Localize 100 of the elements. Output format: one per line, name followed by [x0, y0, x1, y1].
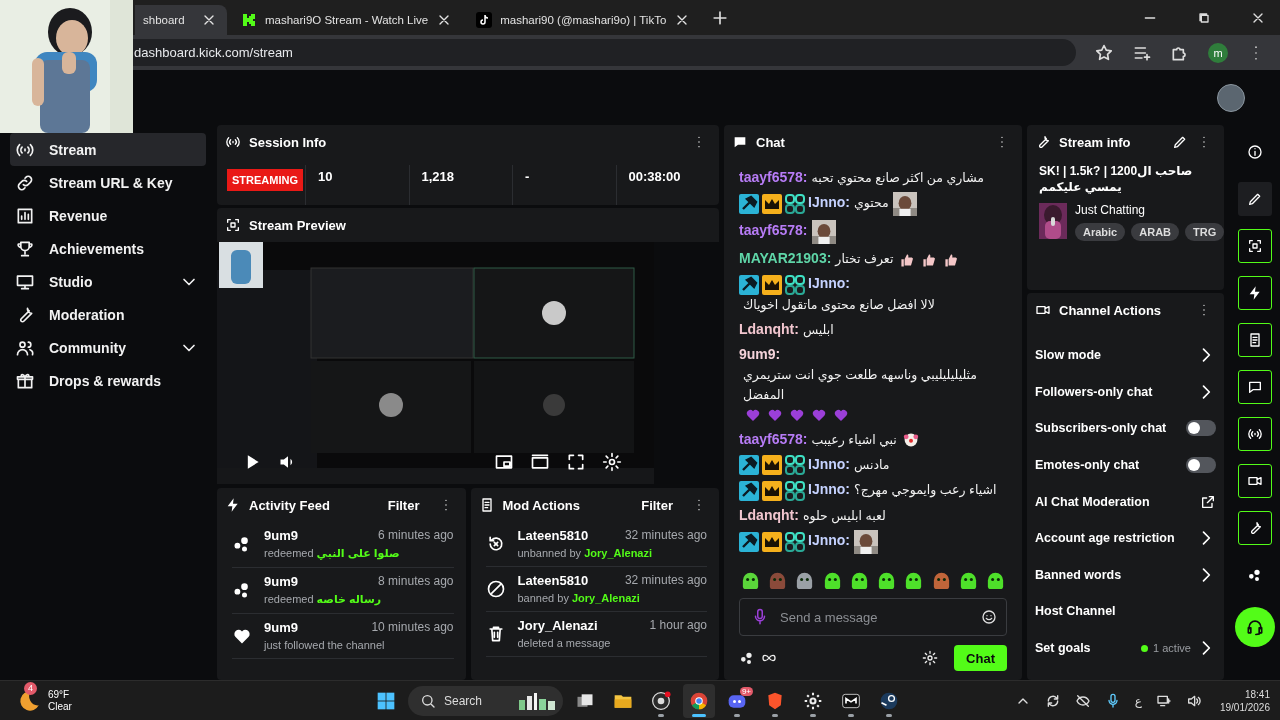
chat-username[interactable]: 9um9:: [739, 345, 781, 362]
action-label[interactable]: AI Chat Moderation: [1035, 494, 1195, 509]
browser-tab[interactable]: mashari9O Stream - Watch Live: [231, 5, 463, 35]
chat-message: لالا افضل صانع محتوى ماتقول اخوياك: [743, 296, 935, 315]
chat-username[interactable]: Ldanqht:: [739, 320, 799, 337]
category-name[interactable]: Just Chatting: [1075, 203, 1225, 217]
stat-value: -: [525, 169, 530, 184]
support-button[interactable]: [1234, 607, 1275, 647]
rail-button[interactable]: [1237, 511, 1272, 545]
action-label[interactable]: Subscribers-only chat: [1035, 421, 1181, 436]
action-label[interactable]: Account age restriction: [1035, 531, 1191, 546]
timestamp: 10 minutes ago: [371, 620, 454, 635]
chat-message: مادنس: [854, 456, 890, 475]
rail-button[interactable]: [1237, 323, 1272, 357]
toggle-switch[interactable]: [1186, 420, 1216, 437]
tag[interactable]: TRG: [1185, 223, 1225, 241]
panel-title: Stream Preview: [249, 217, 347, 233]
chat-message: نبي اشياء رعيبب: [811, 431, 897, 450]
chat-username[interactable]: MAYAR21903:: [739, 250, 832, 266]
chat-username[interactable]: taayf6578:: [739, 169, 808, 185]
filter-button[interactable]: Filter: [377, 497, 430, 513]
sidebar-item[interactable]: Moderation: [10, 298, 206, 331]
rail-button[interactable]: [1237, 182, 1272, 216]
stat-value: 00:38:00: [628, 169, 681, 184]
chat-username[interactable]: IJnno:: [808, 194, 850, 211]
picture-in-picture-icon[interactable]: [494, 452, 514, 472]
hammer-badge-icon: [739, 274, 759, 295]
broadcast-icon: [225, 134, 241, 150]
language-indicator[interactable]: ع: [1134, 693, 1142, 708]
action-label[interactable]: Host Channel: [1035, 604, 1216, 619]
timestamp: 32 minutes ago: [624, 528, 707, 543]
fullscreen-icon[interactable]: [566, 452, 586, 472]
sidebar-item[interactable]: Community: [10, 331, 206, 364]
clock-date[interactable]: 19/01/2026: [1219, 700, 1270, 714]
clown-icon: [902, 432, 919, 449]
dots-icon[interactable]: [739, 650, 755, 666]
action-label[interactable]: Banned words: [1035, 567, 1191, 582]
sidebar-item[interactable]: Drops & rewards: [10, 364, 206, 397]
chat-icon: [732, 134, 748, 150]
action-label[interactable]: Slow mode: [1035, 348, 1191, 363]
rail-button[interactable]: [1237, 464, 1272, 498]
chat-message: لعبه ابليس حلوه: [802, 508, 886, 526]
sidebar-item[interactable]: Stream: [10, 133, 206, 166]
browser-icon: [689, 690, 709, 711]
activity-text: just followed the channel: [264, 639, 386, 651]
rail-button[interactable]: [1237, 370, 1272, 404]
tag[interactable]: Arabic: [1075, 223, 1126, 241]
panel-title: Chat: [756, 134, 786, 150]
avatar[interactable]: [1217, 83, 1245, 112]
filter-button[interactable]: Filter: [631, 497, 683, 513]
ring-badge-icon: [785, 194, 805, 214]
tag[interactable]: ARAB: [1131, 223, 1180, 241]
address-field[interactable]: dashboard.kick.com/stream: [133, 39, 1076, 66]
chat-username[interactable]: Ldanqht:: [739, 507, 799, 524]
taskbar-app[interactable]: 9+: [721, 683, 753, 718]
chat-username[interactable]: taayf6578:: [739, 430, 808, 447]
status-badge: STREAMING: [227, 169, 303, 191]
action-label[interactable]: Set goals: [1035, 641, 1137, 656]
mod-action-text: banned by Jory_Alenazi: [517, 592, 641, 604]
smiley-icon[interactable]: [981, 609, 997, 625]
notification-badge: 4: [24, 681, 37, 695]
username: 9um9: [264, 574, 298, 589]
sidebar-item[interactable]: Studio: [10, 265, 206, 298]
chat-username[interactable]: IJnno:: [808, 532, 850, 549]
sidebar-item[interactable]: Stream URL & Key: [10, 166, 206, 199]
action-label[interactable]: Emotes-only chat: [1035, 458, 1181, 473]
browser-tab[interactable]: shboard: [135, 5, 227, 35]
chat-button[interactable]: Chat: [954, 645, 1007, 671]
search-field[interactable]: Search: [408, 685, 563, 716]
browser-tab[interactable]: mashari90 (@mashari9o) | TikTo: [466, 5, 701, 35]
external-link-icon[interactable]: [1200, 493, 1216, 510]
panel-title: Channel Actions: [1059, 302, 1163, 318]
chat-username[interactable]: IJnno:: [808, 481, 850, 498]
sidebar-item[interactable]: Achievements: [10, 232, 206, 265]
goal-status: 1 active: [1153, 642, 1191, 655]
chat-message: مثليليليليبي وناسهه طلعت جوي انت ستريمري المفضل: [743, 366, 979, 404]
panel-title: Stream info: [1059, 134, 1132, 150]
message-field[interactable]: Send a message: [739, 598, 1007, 636]
action-label[interactable]: Followers-only chat: [1035, 384, 1191, 399]
pencil-icon[interactable]: [1172, 134, 1188, 150]
rail-button[interactable]: [1237, 417, 1272, 451]
theater-mode-icon[interactable]: [530, 452, 550, 472]
profile-button[interactable]: m: [1208, 42, 1228, 63]
rail-button[interactable]: [1237, 276, 1272, 310]
chat-username[interactable]: taayf6578:: [739, 222, 808, 239]
hammer-badge-icon: [739, 481, 759, 502]
eye-off-icon[interactable]: [1074, 692, 1091, 709]
toggle-switch[interactable]: [1186, 457, 1216, 474]
ban-icon: [485, 578, 506, 599]
chat-username[interactable]: IJnno:: [808, 455, 850, 472]
chat-username[interactable]: IJnno:: [808, 275, 850, 291]
bookmark-star-icon[interactable]: [1094, 42, 1114, 63]
clock-time[interactable]: 18:41: [1244, 687, 1270, 701]
gear-icon: [803, 690, 823, 711]
crown-badge-icon: [762, 532, 782, 553]
taskbar-app[interactable]: [683, 683, 715, 718]
settings-icon[interactable]: [922, 650, 939, 666]
sidebar-item[interactable]: Revenue: [10, 199, 206, 232]
rail-button[interactable]: [1237, 229, 1272, 263]
start-icon[interactable]: [376, 690, 396, 711]
